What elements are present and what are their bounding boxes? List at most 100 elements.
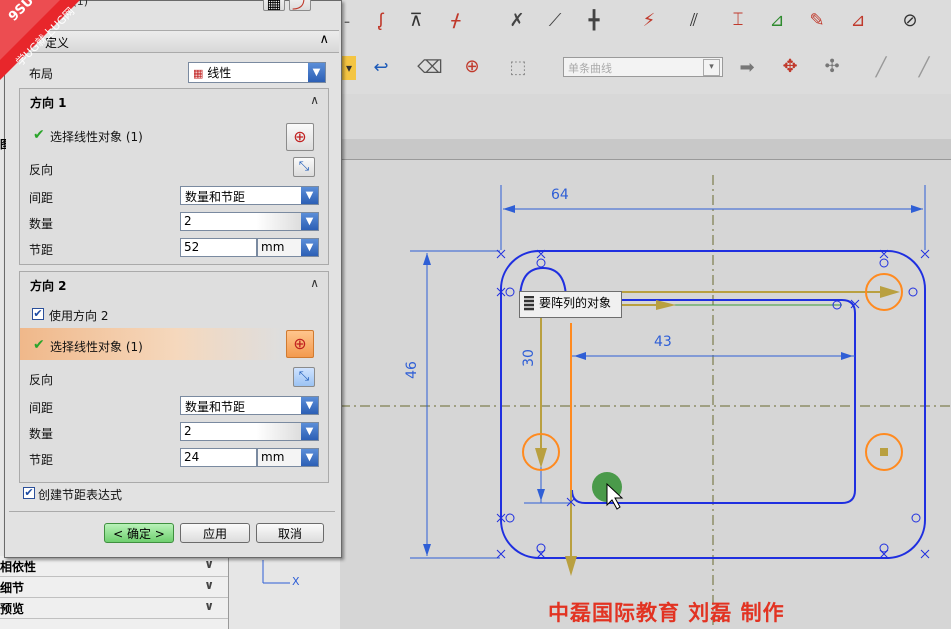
fillet-icon[interactable]: ᶘ [366, 6, 396, 36]
ok-button[interactable]: < 确定 > [104, 523, 174, 543]
show-constraints-icon[interactable]: ⊿ [840, 6, 876, 36]
direction-2-header[interactable]: 方向 2 ∧ [20, 272, 327, 296]
chevron-up-icon[interactable]: ∧ [310, 276, 319, 290]
unit-value: mm [261, 450, 285, 464]
layout-select[interactable]: ▦ 线性 ▼ [188, 62, 326, 83]
chevron-down-icon[interactable]: ▼ [301, 397, 318, 414]
create-pitch-expression-checkbox[interactable]: ✔ [23, 487, 35, 499]
chevron-down-icon[interactable]: ▼ [301, 449, 318, 466]
curve-select-icon[interactable]: ▦ [263, 0, 285, 12]
quick-trim-icon[interactable]: ✗ [500, 6, 534, 36]
chevron-down-icon[interactable]: ▾ [703, 59, 720, 76]
chevron-down-icon[interactable]: ∨ [204, 557, 214, 571]
snap-point-icon[interactable]: ⊕ [452, 50, 492, 84]
parallel-constraint-icon[interactable]: ⫽ [674, 6, 714, 36]
chamfer-icon[interactable]: ⊼ [398, 6, 434, 36]
count-value: 2 [184, 424, 192, 438]
direction-2-spacing-select[interactable]: 数量和节距 ▼ [180, 396, 319, 415]
curve-rule-dropdown[interactable]: 单条曲线 ▾ [563, 57, 723, 77]
eraser-icon[interactable]: ⌫ [410, 52, 450, 84]
left-panel-fragment: 图 [0, 138, 6, 151]
direction-2-pitch-label: 节距 [29, 453, 54, 467]
move-object-icon[interactable]: ✥ [770, 50, 810, 84]
checkmark-icon: ✔ [33, 127, 45, 143]
pattern-curve-dialog: 选择曲线 (1) ▦ ⤴ 定义 ∧ 布局 ▦ 线性 ▼ 方向 1 ∧ ✔ 选择线… [4, 0, 342, 558]
toolbar-spacer [340, 94, 951, 139]
section-dependencies[interactable]: 相依性 ∨ [0, 556, 228, 577]
dimension-46-label[interactable]: 46 [404, 361, 420, 379]
chevron-down-icon[interactable]: ∨ [204, 599, 214, 613]
direction-1-spacing-label: 间距 [29, 191, 54, 205]
point-select-icon[interactable]: ⊕ [286, 330, 314, 358]
graphics-tab-bar [340, 139, 951, 160]
remove-constraints-icon[interactable]: ⊘ [890, 6, 930, 36]
section-preview[interactable]: 预览 ∨ [0, 598, 228, 619]
transform-icon[interactable]: ✣ [812, 50, 852, 84]
divider [9, 511, 335, 512]
direction-1-title: 方向 1 [30, 96, 67, 110]
offset-curve-icon[interactable]: ⚡ [632, 6, 666, 36]
section-label: 预览 [0, 602, 25, 616]
direction-2-select-label: 选择线性对象 (1) [50, 340, 143, 354]
direction-1-spacing-select[interactable]: 数量和节距 ▼ [180, 186, 319, 205]
use-direction-2-label: 使用方向 2 [49, 309, 109, 323]
direction-1-count-input[interactable]: 2 ▼ [180, 212, 319, 231]
trim-corner-icon[interactable]: ᚋ [438, 6, 474, 36]
axis-x-label: X [292, 575, 300, 588]
section-details[interactable]: 细节 ∨ [0, 577, 228, 598]
direction-2-pitch-input[interactable]: 24 [180, 448, 257, 467]
chevron-up-icon[interactable]: ∧ [310, 93, 319, 107]
tooltip-text: 要阵列的对象 [539, 296, 612, 310]
direction-2-unit-select[interactable]: mm ▼ [257, 448, 319, 467]
dimension-30-label[interactable]: 30 [521, 349, 537, 367]
apply-button[interactable]: 应用 [180, 523, 250, 543]
direction-1-unit-select[interactable]: mm ▼ [257, 238, 319, 257]
auto-constraint-icon[interactable]: ✎ [800, 6, 834, 36]
direction-1-header[interactable]: 方向 1 ∧ [20, 89, 327, 113]
direction-1-pitch-label: 节距 [29, 243, 54, 257]
arrow-right-icon[interactable]: ➡ [732, 54, 762, 82]
chevron-down-icon[interactable]: ▼ [301, 239, 318, 256]
curve-reverse-icon[interactable]: ⤴ [289, 0, 311, 12]
selection-box-icon[interactable]: ⬚ [500, 54, 536, 82]
quick-extend-icon[interactable]: ⟋ [538, 6, 572, 36]
layout-select-value: 线性 [207, 66, 232, 80]
point-select-icon[interactable]: ⊕ [286, 123, 314, 151]
reverse-direction-icon[interactable]: ⤡ [293, 157, 315, 177]
direction-2-count-input[interactable]: 2 ▼ [180, 422, 319, 441]
line-icon[interactable]: ╱ [864, 54, 898, 82]
count-value: 2 [184, 214, 192, 228]
extend-line-icon[interactable]: ╱ [904, 54, 944, 82]
color-dropdown-icon[interactable]: ▾ [342, 56, 356, 80]
direction-2-spacing-label: 间距 [29, 401, 54, 415]
arrow-down-icon[interactable]: ▼ [301, 213, 318, 230]
cancel-button[interactable]: 取消 [256, 523, 324, 543]
direction-2-title: 方向 2 [30, 279, 67, 293]
direction-1-reverse-label: 反向 [29, 163, 54, 177]
dimension-43-label[interactable]: 43 [654, 334, 672, 350]
spacing-select-value: 数量和节距 [185, 400, 246, 414]
mirror-curve-icon[interactable]: ⌶ [718, 4, 758, 36]
object-tooltip: 要阵列的对象 [519, 291, 622, 318]
chevron-down-icon[interactable]: ▼ [301, 187, 318, 204]
direction-2-reverse-label: 反向 [29, 373, 54, 387]
pitch-value: 24 [184, 450, 200, 464]
use-direction-2-checkbox[interactable]: ✔ [32, 308, 44, 320]
pitch-value: 52 [184, 240, 200, 254]
dimension-64-label[interactable]: 64 [551, 187, 569, 203]
direction-1-pitch-input[interactable]: 52 [180, 238, 257, 257]
make-corner-icon[interactable]: ╋ [578, 6, 610, 36]
toolbar-separator: - [343, 11, 351, 32]
undo-icon[interactable]: ↩ [364, 54, 398, 82]
chevron-down-icon[interactable]: ▼ [308, 63, 325, 82]
chevron-up-icon[interactable]: ∧ [319, 32, 329, 47]
create-pitch-expression-label: 创建节距表达式 [38, 488, 123, 502]
unit-value: mm [261, 240, 285, 254]
section-label: 相依性 [0, 560, 37, 574]
spacing-select-value: 数量和节距 [185, 190, 246, 204]
constraint-icon[interactable]: ⊿ [760, 6, 794, 36]
chevron-down-icon[interactable]: ∨ [204, 578, 214, 592]
graphics-window[interactable] [340, 160, 951, 629]
arrow-down-icon[interactable]: ▼ [301, 423, 318, 440]
reverse-direction-icon[interactable]: ⤡ [293, 367, 315, 387]
